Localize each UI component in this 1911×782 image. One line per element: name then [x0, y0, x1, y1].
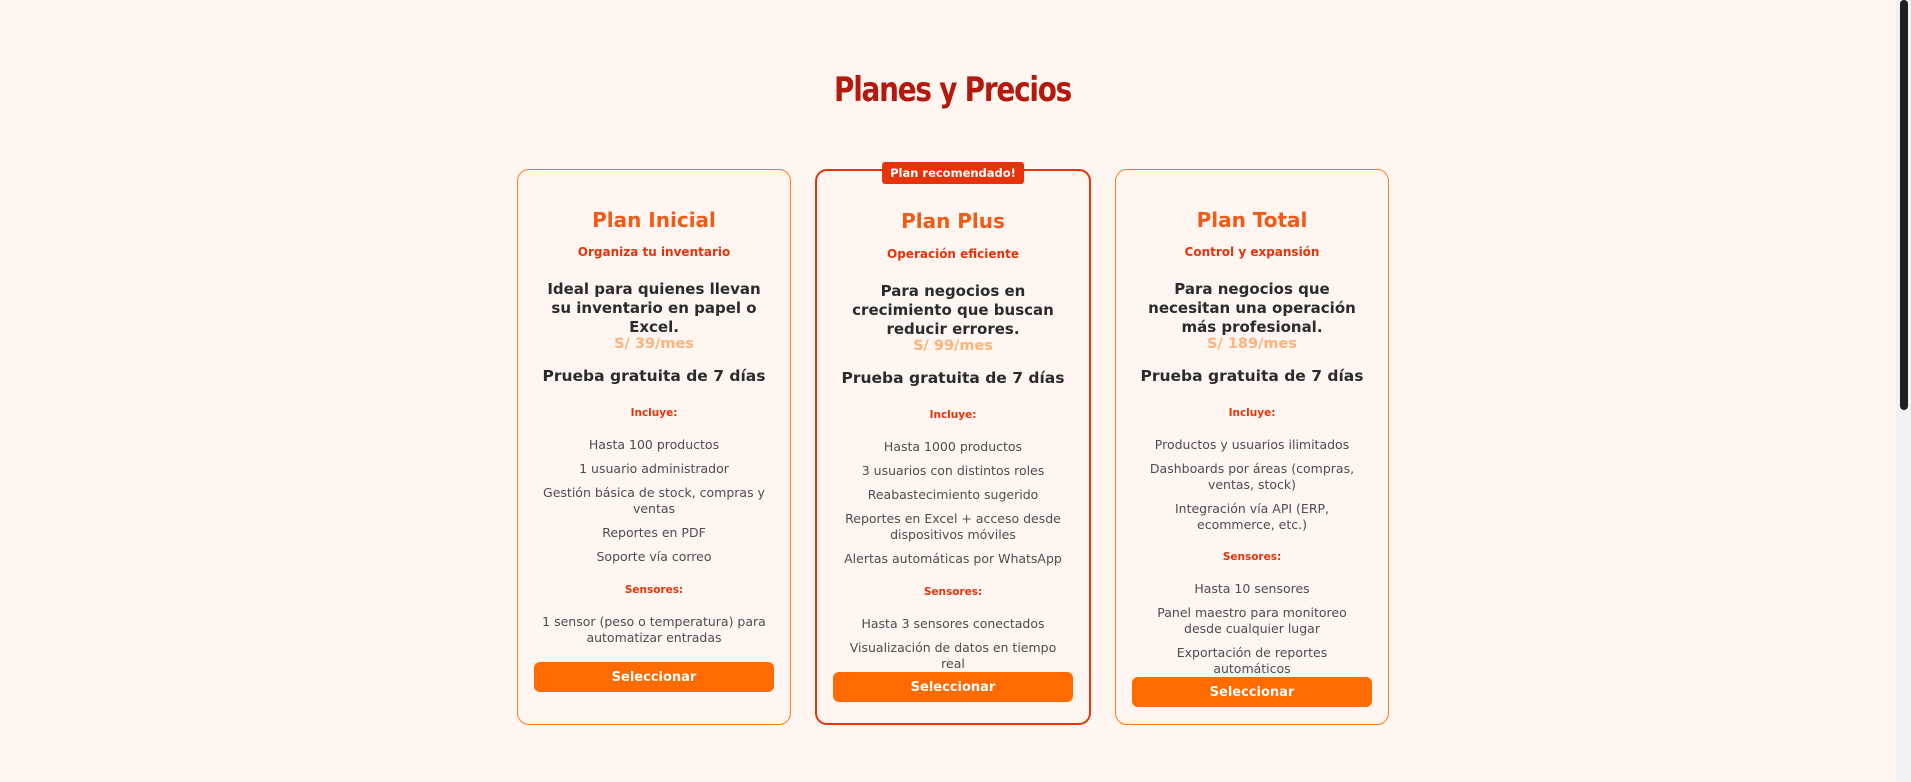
sensors-label: Sensores: — [1222, 551, 1282, 563]
sensor-item: Visualización de datos en tiempo real — [849, 640, 1057, 671]
plan-tagline: Organiza tu inventario — [577, 245, 731, 259]
plan-price: S/ 39/mes — [614, 336, 694, 352]
plan-description: Para negocios en crecimiento que buscan … — [852, 282, 1054, 338]
plan-name: Plan Inicial — [592, 208, 716, 232]
sensor-item: Hasta 3 sensores conectados — [861, 616, 1045, 631]
plan-name: Plan Total — [1196, 208, 1308, 232]
includes-label: Incluye: — [929, 409, 977, 421]
select-plan-inicial-button[interactable]: Seleccionar — [534, 662, 774, 692]
feature-item: Hasta 1000 productos — [883, 439, 1023, 454]
sensors-label: Sensores: — [923, 586, 983, 598]
sensor-item: Hasta 10 sensores — [1194, 581, 1310, 596]
feature-item: Productos y usuarios ilimitados — [1154, 437, 1350, 452]
recommended-badge: Plan recomendado! — [882, 162, 1024, 184]
feature-item: Alertas automáticas por WhatsApp — [844, 551, 1062, 566]
plan-description: Ideal para quienes llevan su inventario … — [547, 280, 761, 336]
plan-price: S/ 99/mes — [913, 338, 993, 354]
plan-tagline: Control y expansión — [1184, 245, 1320, 259]
feature-item: Reportes en PDF — [602, 525, 706, 540]
plan-trial: Prueba gratuita de 7 días — [1140, 367, 1364, 385]
plan-card-inicial: Plan Inicial Organiza tu inventario Idea… — [517, 169, 791, 725]
feature-item: Integración vía API (ERP, ecommerce, etc… — [1174, 501, 1330, 532]
plan-card-plus: Plan recomendado! Plan Plus Operación ef… — [815, 162, 1091, 725]
feature-item: Hasta 100 productos — [588, 437, 720, 452]
sensor-item: 1 sensor (peso o temperatura) para autom… — [542, 614, 766, 645]
feature-item: 3 usuarios con distintos roles — [861, 463, 1045, 478]
select-plan-plus-button[interactable]: Seleccionar — [833, 672, 1073, 702]
pricing-page: Planes y Precios Plan Inicial Organiza t… — [0, 0, 1896, 782]
includes-label: Incluye: — [630, 407, 678, 419]
feature-item: Gestión básica de stock, compras y venta… — [543, 485, 765, 516]
feature-item: Soporte vía correo — [596, 549, 712, 564]
page-title: Planes y Precios — [833, 70, 1072, 110]
sensors-label: Sensores: — [624, 584, 684, 596]
includes-label: Incluye: — [1228, 407, 1276, 419]
feature-item: 1 usuario administrador — [579, 461, 729, 476]
feature-item: Reabastecimiento sugerido — [867, 487, 1039, 502]
plan-card-total: Plan Total Control y expansión Para nego… — [1115, 169, 1389, 725]
plan-tagline: Operación eficiente — [887, 247, 1019, 261]
feature-item: Dashboards por áreas (compras, ventas, s… — [1149, 461, 1355, 492]
plan-trial: Prueba gratuita de 7 días — [542, 367, 766, 385]
scrollbar-thumb[interactable] — [1900, 0, 1908, 410]
plan-price: S/ 189/mes — [1207, 336, 1297, 352]
select-plan-total-button[interactable]: Seleccionar — [1132, 677, 1372, 707]
sensor-item: Exportación de reportes automáticos — [1176, 645, 1328, 676]
plan-trial: Prueba gratuita de 7 días — [841, 369, 1065, 387]
sensor-item: Panel maestro para monitoreo desde cualq… — [1157, 605, 1347, 636]
plan-name: Plan Plus — [901, 209, 1005, 233]
plan-description: Para negocios que necesitan una operació… — [1148, 280, 1356, 336]
feature-item: Reportes en Excel + acceso desde disposi… — [845, 511, 1061, 542]
